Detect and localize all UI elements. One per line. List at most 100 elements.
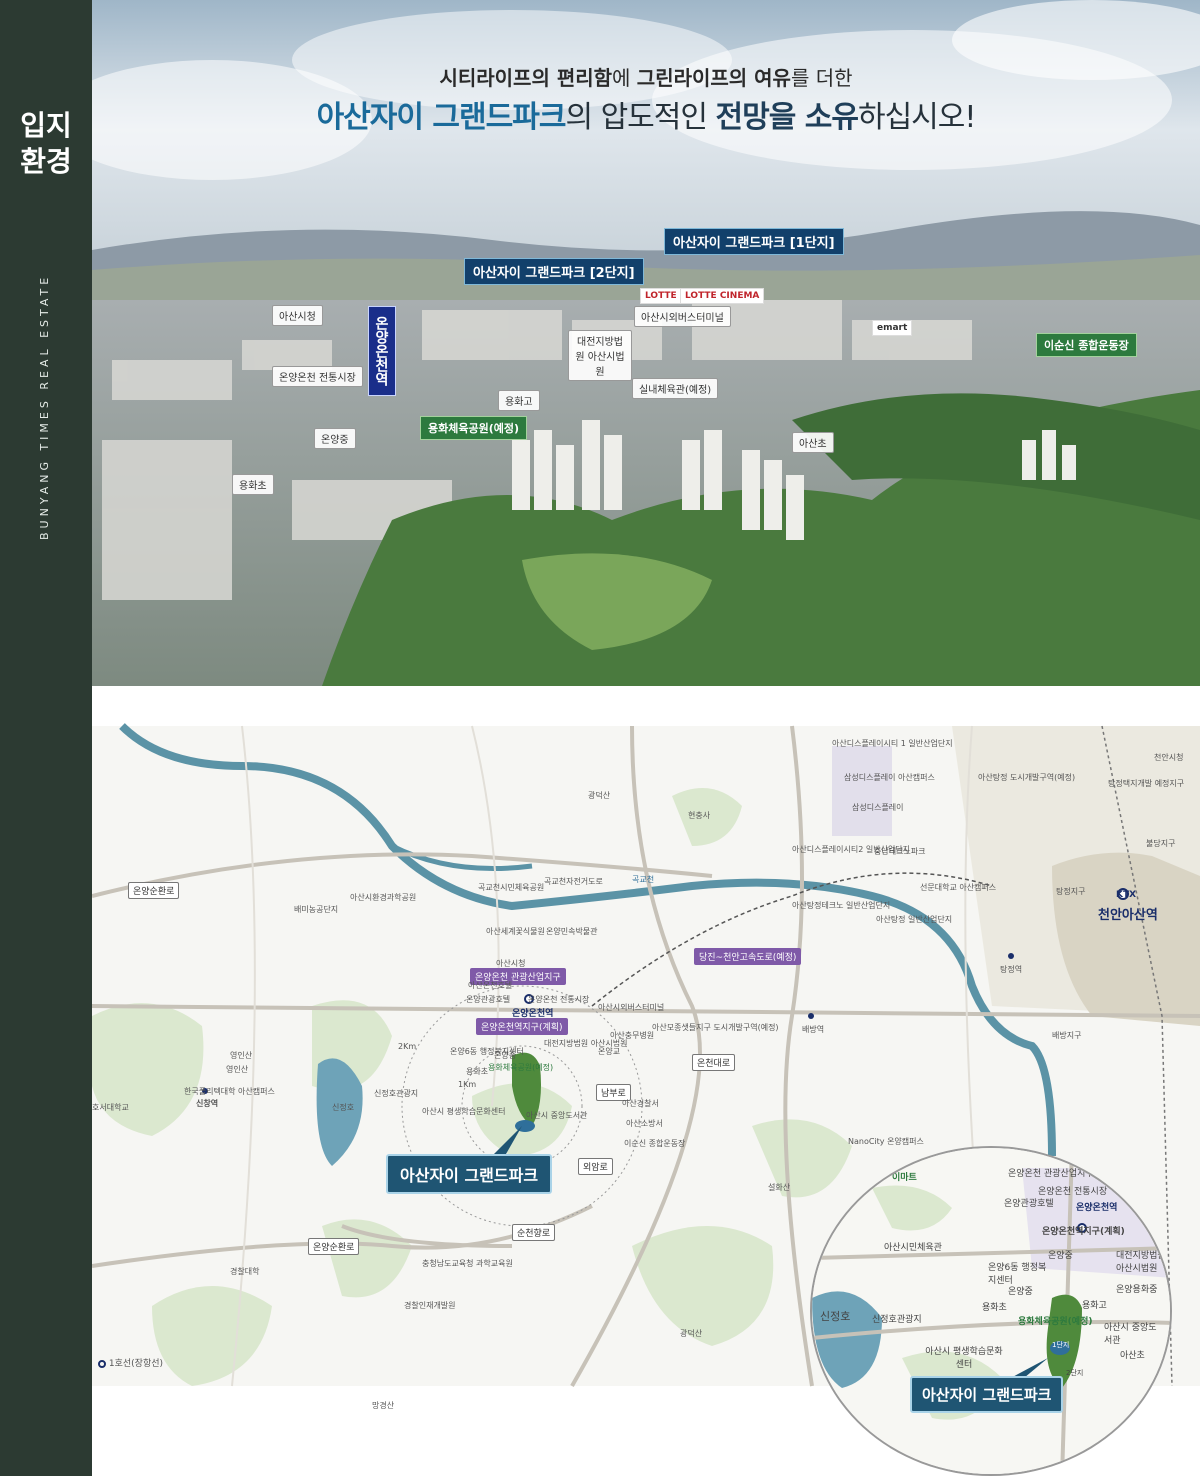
headline-line1-a: 시티라이프의 편리함 <box>439 66 613 90</box>
sports-field-tag: 이순신 종합운동장 <box>1036 333 1137 357</box>
poi: 아산디스플레이시티 1 일반산업단지 <box>832 739 953 748</box>
tangjeong-station-label: 탕정역 <box>1000 965 1023 974</box>
poi: 경찰인재개발원 <box>404 1301 456 1310</box>
zoom-complex1: 1단지 <box>1052 1341 1070 1349</box>
lotte-cinema-logo: LOTTE CINEMA <box>680 288 765 304</box>
complex1-tag: 아산자이 그랜드파크 [1단지] <box>664 228 844 255</box>
zoom-inset: 온양온천 관광산업지구 온양온천 전통시장 온양관광호텔 온양온천역 온양온천역… <box>810 1146 1172 1476</box>
poi: 탕정택지개발 예정지구 <box>1108 779 1185 788</box>
section-title-line1: 입지 <box>20 109 72 142</box>
zoom-hotel: 온양관광호텔 <box>1004 1199 1054 1209</box>
poi: 신정호관광지 <box>374 1089 419 1098</box>
poi: 아산충무병원 <box>610 1031 655 1040</box>
headline-line1-c: 그린라이프의 여유 <box>636 66 791 90</box>
onyang-middle-tag: 온양중 <box>314 428 356 449</box>
poi: 이순신 종합운동장 <box>624 1139 686 1148</box>
yeongin-label: 영인산 <box>230 1051 253 1060</box>
headline-line1-d: 를 더한 <box>790 66 853 90</box>
map-legend: 1호선(장항선) <box>98 1356 163 1369</box>
cheonan-asan-station-label: 천안아산역 <box>1098 908 1158 923</box>
poi: 아산세계꽃식물원 <box>486 927 545 936</box>
sinjeongho-label: 신정호 <box>332 1103 355 1112</box>
poi: 탕정지구 <box>1056 887 1086 896</box>
zoom-onyang-middle: 온양중 <box>1008 1287 1033 1297</box>
rail-legend-icon <box>98 1359 106 1368</box>
poi: 용화초 <box>466 1067 489 1076</box>
zoom-yonghwa-high: 용화고 <box>1082 1301 1107 1311</box>
road-onyang-sunhwan: 온양순환로 <box>128 882 180 899</box>
zoom-station: 온양온천역 <box>1076 1203 1118 1213</box>
zoom-homeplus: 이마트 <box>892 1173 917 1183</box>
headline-line2-b: 의 압도적인 <box>565 100 716 135</box>
zoom-callout: 아산자이 그랜드파크 <box>910 1376 1064 1413</box>
poi: 광덕산 <box>588 791 611 800</box>
yonghwa-high-tag: 용화고 <box>498 390 540 411</box>
station-vertical-tag: 온양온천역 <box>368 306 396 396</box>
headline-line2: 아산자이 그랜드파크의 압도적인 전망을 소유하십시오! <box>92 92 1200 136</box>
gwangdeok-label: 광덕산 <box>680 1329 703 1338</box>
poi: 경찰대학 <box>230 1267 260 1276</box>
poi: 충남테크노파크 <box>874 847 926 856</box>
location-map: 아산자이 그랜드파크 온양온천역 천안아산역 KTX 탕정역 배방역 신창역 온… <box>92 686 1200 1476</box>
zoom-complex2: 2단지 <box>1066 1369 1084 1377</box>
poi: 아산시외버스터미널 <box>598 1003 665 1012</box>
poi: 영인산 <box>226 1065 249 1074</box>
yonghwa-park-label: 용화체육공원(예정) <box>488 1063 554 1072</box>
poi: 불당지구 <box>1146 839 1176 848</box>
poi: 아산탕정테크노 일반산업단지 <box>792 901 891 910</box>
samsung-label: 삼성디스플레이 <box>852 803 904 812</box>
baebang-station-label: 배방역 <box>802 1025 825 1034</box>
poi: 아산경찰서 <box>622 1099 659 1108</box>
poi: 아산탕정 도시개발구역(예정) <box>978 773 1076 782</box>
yonghwa-elem-tag: 용화초 <box>232 474 274 495</box>
zoom-gym: 아산시민체육관 <box>884 1243 942 1253</box>
poi: 충청남도교육청 과학교육원 <box>422 1259 513 1268</box>
road-oeam: 외암로 <box>578 1158 613 1175</box>
complex2-tag: 아산자이 그랜드파크 [2단지] <box>464 258 644 285</box>
poi: 아산시환경과학공원 <box>350 893 417 902</box>
gokgyo-label: 곡교천 <box>632 875 655 884</box>
poi: 곡교천자전거도로 <box>544 877 603 886</box>
poi: 아산온천호텔 <box>468 981 513 990</box>
zoom-park: 용화체육공원(예정) <box>1018 1317 1093 1327</box>
zoom-tourism-zone: 온양온천 관광산업지구 <box>1008 1169 1094 1179</box>
station-zone-tag: 온양온천역지구(계획) <box>476 1018 568 1035</box>
poi: 아산소방서 <box>626 1119 663 1128</box>
poi: 천안시청 <box>1154 753 1184 762</box>
distance-2km: 2Km <box>398 1042 417 1051</box>
poi: 아산시 중앙도서관 <box>526 1111 588 1120</box>
seolhwa-label: 설화산 <box>768 1183 791 1192</box>
poi: 한국폴리텍대학 아산캠퍼스 <box>184 1087 275 1096</box>
zoom-lifelong: 아산시 평생학습문화센터 <box>925 1347 1003 1370</box>
aerial-photo: 시티라이프의 편리함에 그린라이프의 여유를 더한 아산자이 그랜드파크의 압도… <box>92 0 1200 686</box>
zoom-yonghwa-elem: 용화초 <box>982 1303 1007 1313</box>
section-title: 입지 환경 <box>0 108 92 180</box>
road-onyang-sunhwan-2: 온양순환로 <box>308 1238 360 1255</box>
indoor-gym-tag: 실내체육관(예정) <box>632 378 719 399</box>
ktx-label: KTX <box>1116 890 1137 900</box>
yonghwa-park-tag: 용화체육공원(예정) <box>420 416 528 440</box>
sidebar: 입지 환경 BUNYANG TIMES REAL ESTATE <box>0 0 92 1476</box>
headline-line2-d: 하십시오! <box>857 100 976 135</box>
poi: 현충사 <box>688 811 711 820</box>
poi: 온양온천 전통시장 <box>528 995 590 1004</box>
poi: NanoCity 온양캠퍼스 <box>848 1137 924 1146</box>
poi: 선문대학교 아산캠퍼스 <box>920 883 997 892</box>
headline-line2-a: 아산자이 그랜드파크 <box>316 100 567 135</box>
headline-line2-c: 전망을 소유 <box>715 100 859 135</box>
poi: 곡교천시민체육공원 <box>478 883 545 892</box>
road-oncheon: 온천대로 <box>692 1054 736 1071</box>
poi: 온양관광호텔 <box>466 995 511 1004</box>
zoom-asan-elem: 아산초 <box>1120 1351 1145 1361</box>
zoom-station-zone: 온양온천역지구(계획) <box>1042 1227 1125 1237</box>
poi: 삼성디스플레이 아산캠퍼스 <box>844 773 935 782</box>
road-suncheon: 순천향로 <box>512 1224 556 1241</box>
zoom-sinjeongho: 신정호 <box>820 1310 851 1323</box>
emart-logo: emart <box>872 320 913 336</box>
poi: 온양민속박물관 <box>546 927 598 936</box>
market-tag: 온양온천 전통시장 <box>272 366 363 387</box>
poi: 온양6동 행정복지센터 <box>450 1047 524 1056</box>
poi: 배방지구 <box>1052 1031 1082 1040</box>
poi: 아산모종샛들지구 도시개발구역(예정) <box>652 1023 779 1032</box>
headline-line1: 시티라이프의 편리함에 그린라이프의 여유를 더한 <box>92 62 1200 91</box>
